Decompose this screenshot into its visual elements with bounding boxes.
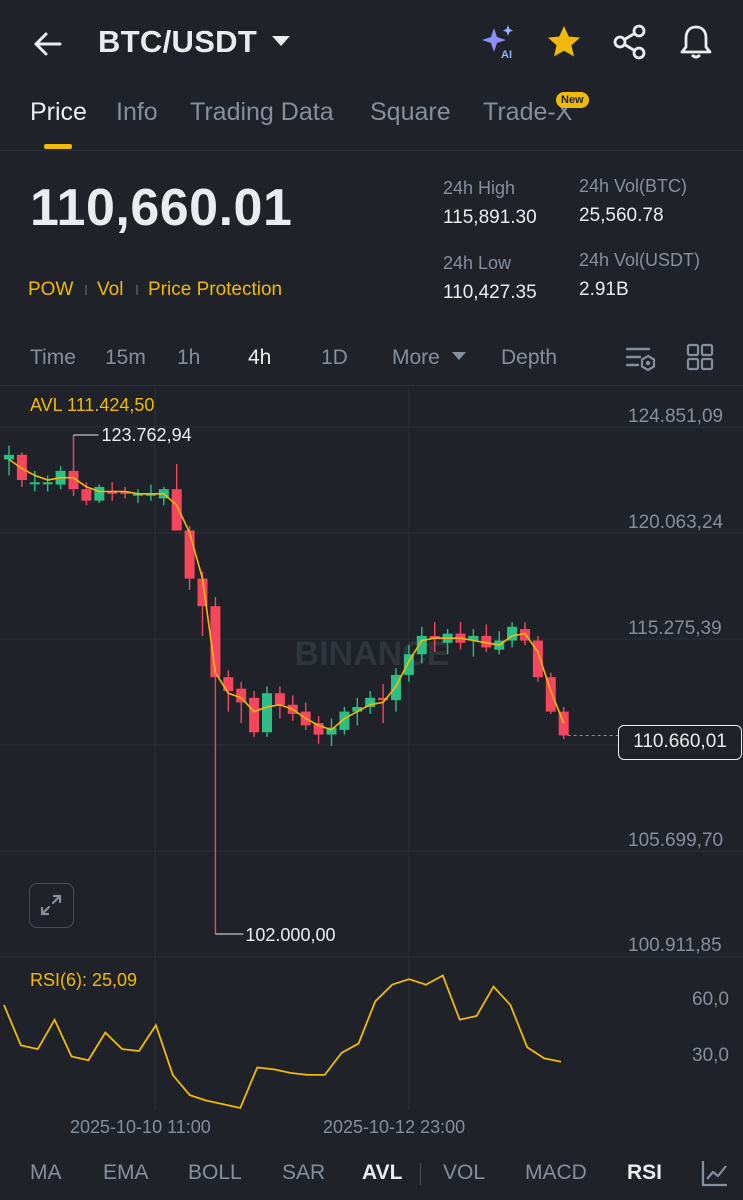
vol-btc-label: 24h Vol(BTC) — [579, 176, 688, 196]
last-price-tag[interactable]: 110.660,01 — [618, 725, 742, 760]
indicator-sar[interactable]: SAR — [282, 1161, 325, 1185]
candle-body — [4, 454, 14, 460]
rsi-line — [3, 974, 562, 1110]
rsi-indicator-label: RSI(6): 25,09 — [30, 970, 138, 990]
vol-usdt-label: 24h Vol(USDT) — [579, 250, 701, 270]
candle-body — [403, 654, 414, 675]
depth-tab[interactable]: Depth — [501, 346, 557, 370]
tab-price[interactable]: Price — [30, 98, 87, 127]
vol-link[interactable]: Vol — [97, 279, 123, 301]
chevron-down-icon[interactable] — [272, 36, 290, 46]
x-axis-label: 2025-10-12 23:00 — [323, 1117, 466, 1137]
divider — [0, 150, 743, 151]
high-marker-label: 123.762,94 — [102, 425, 192, 445]
top-bar: BTC/USDT AI — [0, 0, 743, 88]
interval-more[interactable]: More — [392, 346, 440, 370]
tab-square[interactable]: Square — [370, 98, 451, 127]
interval-4h[interactable]: 4h — [248, 346, 271, 370]
separator — [420, 1163, 421, 1185]
price-protection-link[interactable]: Price Protection — [148, 279, 282, 301]
indicator-vol[interactable]: VOL — [443, 1161, 485, 1185]
pair-title[interactable]: BTC/USDT — [98, 24, 257, 60]
new-badge: New — [556, 92, 589, 108]
candle-body — [94, 486, 105, 501]
candle-body — [29, 482, 40, 485]
grid-layout-icon[interactable] — [686, 343, 714, 371]
rsi-y-label: 60,0 — [692, 989, 729, 1010]
candle-body — [236, 688, 247, 703]
active-tab-indicator — [44, 144, 72, 149]
low-value: 110,427.35 — [443, 282, 537, 303]
candle-body — [249, 697, 260, 733]
avl-line — [8, 458, 565, 731]
back-arrow-icon[interactable] — [28, 24, 68, 64]
low-marker-label: 102.000,00 — [245, 925, 335, 945]
indicator-ma[interactable]: MA — [30, 1161, 62, 1185]
candle-body — [81, 489, 92, 501]
bell-icon[interactable] — [676, 22, 716, 62]
candle-body — [274, 693, 285, 705]
ai-sparkle-icon[interactable]: AI — [478, 22, 518, 62]
share-icon[interactable] — [610, 22, 650, 62]
last-price: 110,660.01 — [30, 179, 293, 237]
interval-1d[interactable]: 1D — [321, 346, 348, 370]
y-axis-label: 105.699,70 — [628, 830, 724, 851]
vol-usdt-value: 2.91B — [579, 279, 629, 300]
indicator-macd[interactable]: MACD — [525, 1161, 587, 1185]
expand-chart-button[interactable] — [29, 883, 74, 928]
candlestick-chart[interactable]: BINANCE 123.762,94102.000,00 — [0, 386, 743, 1150]
star-icon[interactable] — [544, 22, 584, 62]
vol-btc-value: 25,560.78 — [579, 205, 664, 226]
separator — [136, 285, 138, 295]
chart-settings-icon[interactable] — [624, 343, 658, 373]
interval-1h[interactable]: 1h — [177, 346, 200, 370]
tab-trading-data[interactable]: Trading Data — [190, 98, 334, 127]
tab-info[interactable]: Info — [116, 98, 158, 127]
expand-icon — [40, 894, 62, 916]
candle-body — [42, 482, 53, 485]
indicator-ema[interactable]: EMA — [103, 1161, 149, 1185]
candle-body — [365, 697, 376, 708]
rsi-line — [3, 974, 562, 1110]
y-axis-label: 115.275,39 — [628, 618, 722, 639]
low-label: 24h Low — [443, 253, 512, 273]
y-axis-label: 100.911,85 — [628, 935, 722, 956]
caret-down-icon[interactable] — [452, 352, 466, 360]
candles — [4, 435, 569, 934]
indicator-avl[interactable]: AVL — [362, 1161, 402, 1185]
rsi-y-label: 30,0 — [692, 1045, 729, 1066]
ai-badge-text: AI — [501, 49, 512, 61]
y-axis-label: 124.851,09 — [628, 406, 724, 427]
candle-body — [184, 530, 195, 579]
candle-body — [171, 489, 182, 531]
indicator-boll[interactable]: BOLL — [188, 1161, 242, 1185]
x-axis-label: 2025-10-10 11:00 — [70, 1117, 211, 1137]
candle-body — [262, 693, 272, 733]
interval-time[interactable]: Time — [30, 346, 76, 370]
avl-line — [8, 458, 565, 731]
y-axis-label: 120.063,24 — [628, 512, 724, 533]
separator — [85, 285, 87, 295]
high-value: 115,891.30 — [443, 207, 537, 228]
avl-indicator-label: AVL 111.424,50 — [30, 395, 155, 415]
indicator-rsi[interactable]: RSI — [627, 1161, 662, 1185]
candle-body — [16, 454, 27, 481]
high-label: 24h High — [443, 178, 516, 198]
interval-15m[interactable]: 15m — [105, 346, 146, 370]
indicator-settings-icon[interactable] — [700, 1158, 730, 1188]
pow-link[interactable]: POW — [28, 279, 73, 301]
